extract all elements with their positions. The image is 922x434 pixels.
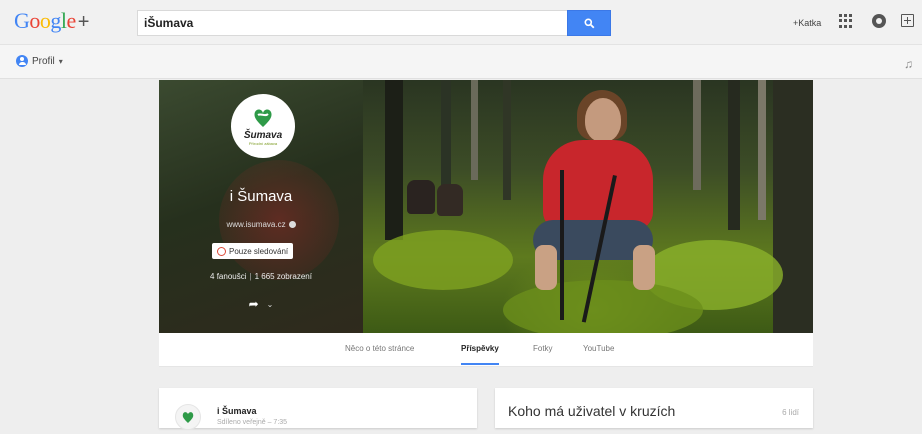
search-button[interactable] [567, 10, 611, 36]
sub-bar: Profil ▾ ♫ [0, 45, 922, 79]
chevron-down-icon[interactable]: ⌄ [267, 300, 274, 309]
search-input[interactable] [137, 10, 575, 36]
follow-button[interactable]: Pouze sledování [212, 243, 294, 259]
post-card: i Šumava Sdíleno veřejně – 7:35 [159, 388, 477, 430]
post-author[interactable]: i Šumava [217, 406, 257, 416]
sumava-logo-icon [254, 109, 272, 127]
followers-count[interactable]: 4 fanoušci [210, 272, 246, 281]
tab-posts[interactable]: Příspěvky [461, 344, 499, 365]
chevron-down-icon: ▾ [58, 56, 63, 66]
circles-count[interactable]: 6 lidí [782, 408, 799, 417]
search-icon [584, 18, 594, 28]
sumava-logo-icon [182, 412, 194, 423]
page-url-row: www.isumava.cz [159, 220, 363, 229]
page-stats: 4 fanoušci | 1 665 zobrazení [210, 272, 312, 281]
page-avatar[interactable]: Šumava Přírodní zábava [231, 94, 295, 158]
user-link[interactable]: +Katka [793, 18, 821, 28]
page-info-panel: Šumava Přírodní zábava i Šumava www.isum… [159, 80, 363, 333]
profile-menu-button[interactable]: Profil ▾ [12, 52, 69, 70]
profile-icon [16, 55, 28, 67]
google-plus-logo[interactable]: Google + [14, 8, 89, 34]
profile-label: Profil [32, 55, 55, 67]
top-bar: Google+ +Katka [0, 0, 922, 45]
share-menu[interactable]: ➦ ⌄ [231, 297, 291, 311]
circles-title: Koho má uživatel v kruzích [508, 403, 676, 419]
verified-icon [288, 221, 296, 228]
page-title: i Šumava [229, 188, 293, 205]
tab-photos[interactable]: Fotky [533, 344, 553, 353]
follow-icon [217, 246, 226, 256]
share-icon[interactable] [901, 14, 914, 27]
cover-photo[interactable] [363, 80, 813, 333]
brand-wordmark: Šumava [243, 130, 283, 141]
avatar[interactable] [175, 404, 201, 430]
notifications-icon[interactable] [872, 14, 886, 28]
apps-icon[interactable] [839, 14, 853, 28]
page-url-link[interactable]: www.isumava.cz [226, 220, 285, 229]
profile-tabs: Něco o této stránce Příspěvky Fotky YouT… [159, 333, 813, 367]
tab-youtube[interactable]: YouTube [583, 344, 614, 353]
post-meta: Sdíleno veřejně – 7:35 [217, 419, 288, 426]
circles-card: Koho má uživatel v kruzích 6 lidí [495, 388, 813, 428]
follow-label: Pouze sledování [229, 246, 289, 256]
brand-tagline: Přírodní zábava [248, 141, 278, 146]
cover-area: Šumava Přírodní zábava i Šumava www.isum… [159, 80, 813, 333]
bell-icon[interactable]: ♫ [904, 57, 913, 71]
views-count: 1 665 zobrazení [254, 272, 312, 281]
share-arrow-icon[interactable]: ➦ [249, 297, 259, 311]
tab-about[interactable]: Něco o této stránce [345, 344, 414, 353]
